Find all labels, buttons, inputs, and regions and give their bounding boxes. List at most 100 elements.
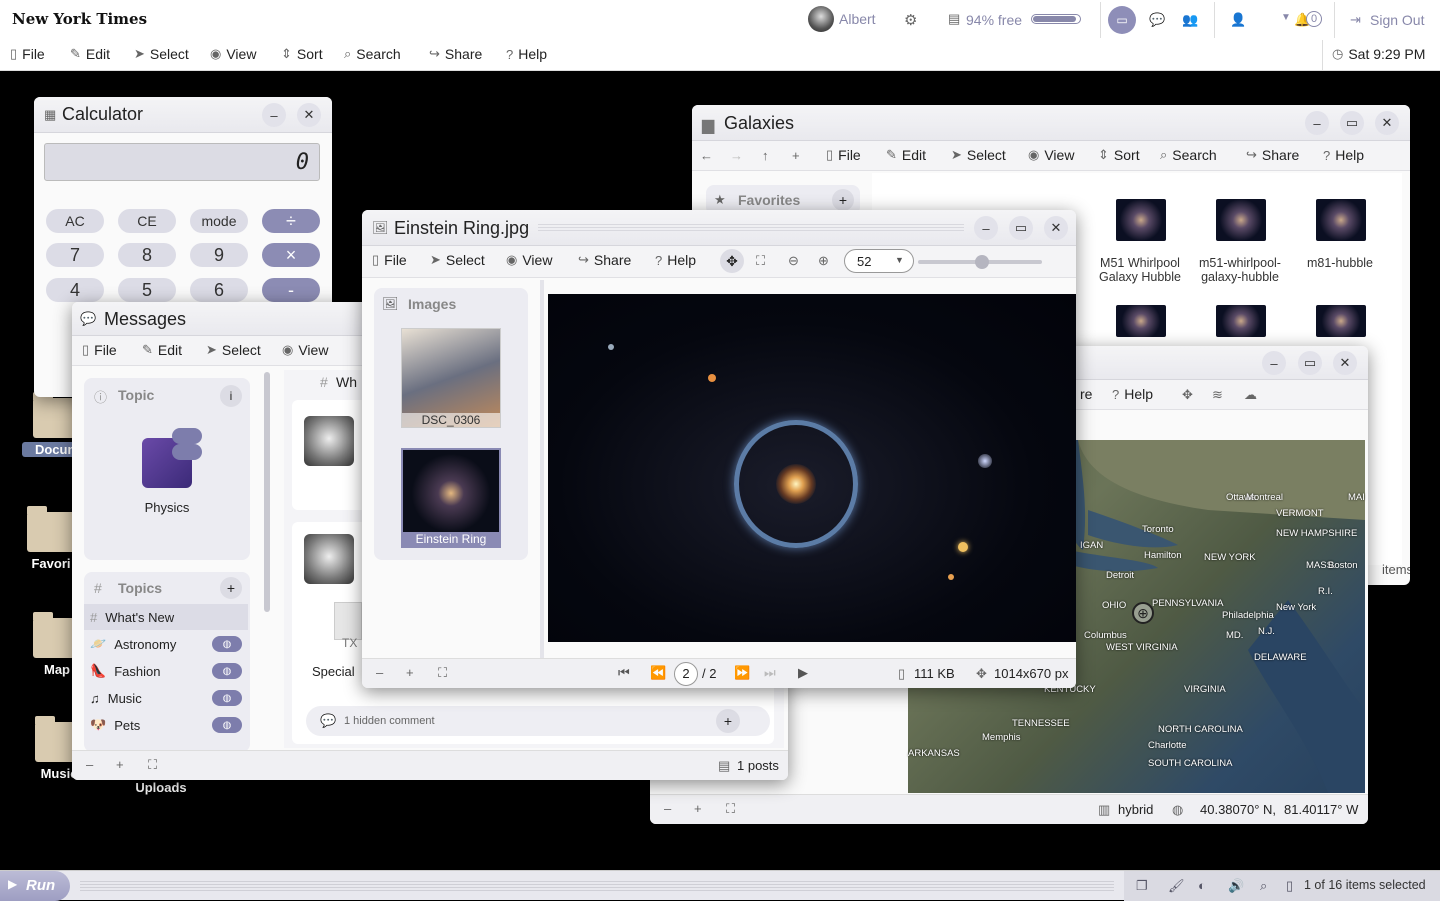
- splitter[interactable]: [540, 280, 544, 658]
- menu-select[interactable]: ➤ Select: [951, 147, 1006, 163]
- calc-8-button[interactable]: 8: [118, 243, 176, 267]
- avatar[interactable]: [304, 534, 354, 584]
- fullscreen-icon[interactable]: ⛶: [726, 801, 735, 817]
- calc-divide-button[interactable]: ÷: [262, 209, 320, 233]
- calc-multiply-button[interactable]: ×: [262, 243, 320, 267]
- galaxies-titlebar[interactable]: ▆ Galaxies – ▭ ✕: [692, 105, 1410, 141]
- topic-item-whats-new[interactable]: # What's New: [84, 604, 248, 630]
- menu-help[interactable]: ? Help: [1323, 147, 1364, 163]
- menu-view[interactable]: ◉ View: [282, 342, 328, 358]
- user-name[interactable]: Albert: [839, 11, 876, 27]
- menu-help[interactable]: ? Help: [655, 252, 696, 268]
- last-page-icon[interactable]: ⏭: [764, 665, 776, 681]
- zoom-in-icon[interactable]: ⊕: [818, 253, 829, 269]
- weather-icon[interactable]: ☁: [1244, 387, 1257, 403]
- calc-ac-button[interactable]: AC: [46, 209, 104, 233]
- file-label[interactable]: m51-whirlpool-galaxy-hubble: [1190, 256, 1290, 284]
- file-thumbnail[interactable]: [1216, 199, 1266, 241]
- menu-file[interactable]: ▯ File: [372, 252, 407, 268]
- menu-file[interactable]: ▯ File: [82, 342, 117, 358]
- close-button[interactable]: ✕: [297, 103, 321, 127]
- topic-item-music[interactable]: ♫ Music ◍: [84, 685, 248, 711]
- minimize-button[interactable]: –: [262, 103, 286, 127]
- clock[interactable]: ◷ Sat 9:29 PM: [1332, 46, 1425, 62]
- first-page-icon[interactable]: ⏮: [618, 665, 630, 681]
- calc-5-button[interactable]: 5: [118, 278, 176, 302]
- layers-icon[interactable]: ≋: [1212, 387, 1223, 403]
- calc-6-button[interactable]: 6: [190, 278, 248, 302]
- viewer-titlebar[interactable]: 🖼 Einstein Ring.jpg – ▭ ✕: [362, 210, 1076, 246]
- minimize-button[interactable]: –: [974, 216, 998, 240]
- menu-search[interactable]: ⌕ Search: [344, 46, 401, 62]
- calc-4-button[interactable]: 4: [46, 278, 104, 302]
- add-icon[interactable]: +: [792, 148, 800, 163]
- volume-icon[interactable]: 🔊: [1228, 878, 1244, 894]
- plus-icon[interactable]: +: [406, 665, 414, 680]
- zoom-icon[interactable]: ⌕: [1260, 878, 1267, 894]
- menu-edit[interactable]: ✎ Edit: [142, 342, 182, 358]
- menu-select[interactable]: ➤ Select: [134, 46, 189, 62]
- menu-sort[interactable]: ⇕ Sort: [1098, 147, 1140, 163]
- menu-help[interactable]: ? Help: [1112, 386, 1153, 402]
- up-icon[interactable]: ↑: [762, 148, 769, 163]
- add-comment-button[interactable]: +: [716, 709, 740, 733]
- windows-icon[interactable]: ❐: [1136, 878, 1148, 894]
- minus-icon[interactable]: –: [664, 801, 671, 816]
- run-button[interactable]: ▶ Run: [0, 871, 70, 901]
- files-icon[interactable]: ▭: [1108, 6, 1136, 34]
- previous-icon[interactable]: ⏪: [650, 665, 666, 681]
- close-button[interactable]: ✕: [1044, 216, 1068, 240]
- next-icon[interactable]: ⏩: [734, 665, 750, 681]
- fullscreen-icon[interactable]: ⛶: [148, 757, 157, 773]
- calc-minus-button[interactable]: -: [262, 278, 320, 302]
- file-thumbnail[interactable]: [1116, 199, 1166, 241]
- app-logo[interactable]: New York Times: [12, 10, 147, 28]
- minimize-button[interactable]: –: [1262, 351, 1286, 375]
- scrollbar[interactable]: [264, 372, 270, 612]
- back-icon[interactable]: ←: [700, 148, 713, 163]
- minus-icon[interactable]: –: [376, 665, 383, 680]
- avatar[interactable]: [808, 6, 834, 32]
- plus-icon[interactable]: +: [116, 757, 124, 772]
- map-type-label[interactable]: hybrid: [1118, 802, 1153, 817]
- signout-icon[interactable]: ⇥: [1350, 12, 1361, 28]
- menu-share[interactable]: ↪ Share: [1246, 147, 1299, 163]
- menu-sort[interactable]: ⇕ Sort: [281, 46, 323, 62]
- file-label[interactable]: M51 Whirlpool Galaxy Hubble: [1090, 256, 1190, 284]
- file-thumbnail[interactable]: [1116, 305, 1166, 337]
- zoom-slider[interactable]: [918, 255, 1042, 269]
- minimize-button[interactable]: –: [1305, 111, 1329, 135]
- image-thumbnail-selected[interactable]: Einstein Ring: [401, 448, 501, 548]
- plus-icon[interactable]: +: [694, 801, 702, 816]
- fullscreen-icon[interactable]: ⛶: [438, 665, 447, 681]
- menu-file[interactable]: ▯ File: [826, 147, 861, 163]
- topic-info-button[interactable]: i: [220, 385, 242, 407]
- menu-select[interactable]: ➤ Select: [206, 342, 261, 358]
- move-icon[interactable]: ✥: [720, 249, 744, 273]
- image-canvas[interactable]: [548, 294, 1076, 642]
- file-thumbnail[interactable]: [1216, 305, 1266, 337]
- calc-ce-button[interactable]: CE: [118, 209, 176, 233]
- move-icon[interactable]: ✥: [1182, 387, 1193, 403]
- play-icon[interactable]: ▶: [798, 665, 808, 681]
- calc-7-button[interactable]: 7: [46, 243, 104, 267]
- chat-icon[interactable]: 💬: [1149, 12, 1165, 28]
- menu-edit[interactable]: ✎ Edit: [886, 147, 926, 163]
- minus-icon[interactable]: –: [86, 757, 93, 772]
- menu-share[interactable]: ↪ Share: [578, 252, 631, 268]
- maximize-button[interactable]: ▭: [1009, 216, 1033, 240]
- topic-item-pets[interactable]: 🐶 Pets ◍: [84, 712, 248, 738]
- forward-icon[interactable]: →: [730, 148, 743, 163]
- hidden-comment-bar[interactable]: 💬 1 hidden comment +: [306, 706, 770, 736]
- fit-icon[interactable]: ⛶: [756, 253, 765, 269]
- topic-item-fashion[interactable]: 👠 Fashion ◍: [84, 658, 248, 684]
- people-icon[interactable]: 👥: [1182, 12, 1198, 28]
- topic-item-astronomy[interactable]: 🪐 Astronomy ◍: [84, 631, 248, 657]
- add-favorite-button[interactable]: +: [832, 189, 854, 211]
- file-label[interactable]: m81-hubble: [1290, 256, 1390, 270]
- calc-mode-button[interactable]: mode: [190, 209, 248, 233]
- menu-share[interactable]: ↪ Share: [429, 46, 482, 62]
- menu-view[interactable]: ◉ View: [1028, 147, 1074, 163]
- menu-share[interactable]: re: [1080, 386, 1092, 402]
- text-file-icon[interactable]: [334, 602, 362, 640]
